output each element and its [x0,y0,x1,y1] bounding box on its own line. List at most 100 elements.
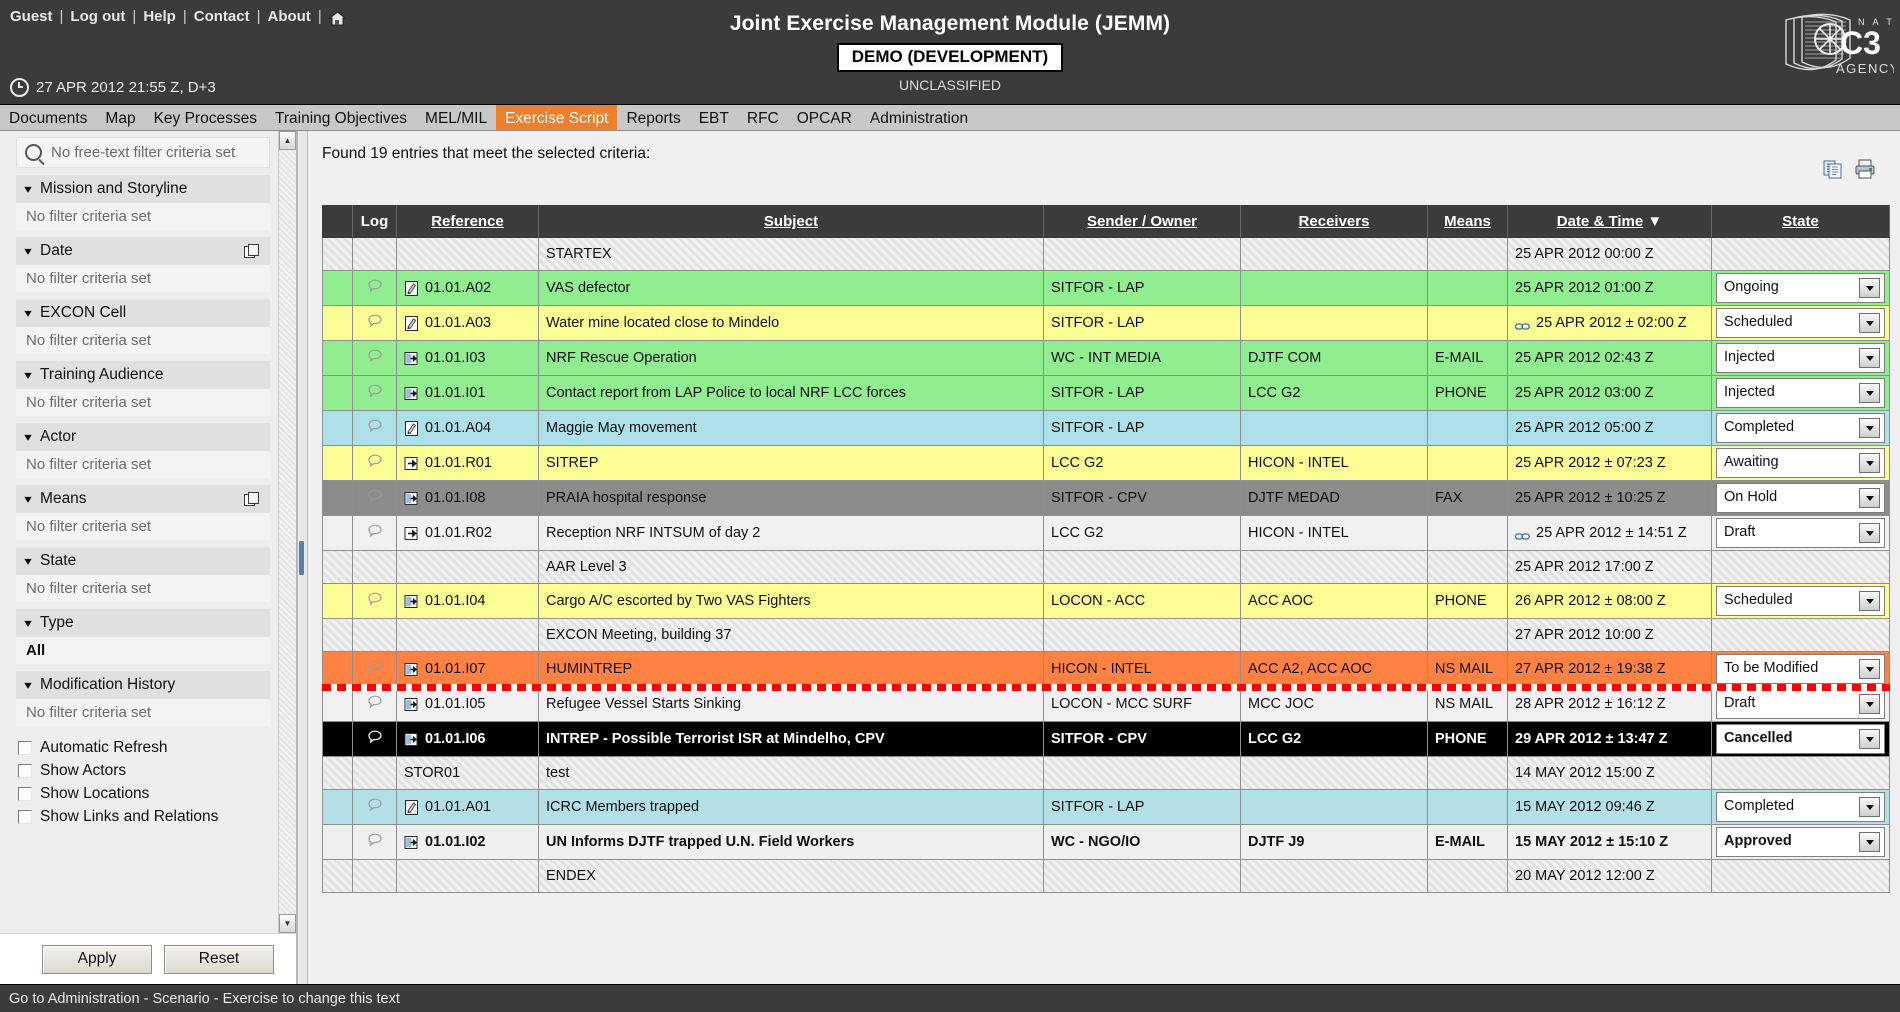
table-row-milestone[interactable]: STARTEX 25 APR 2012 00:00 Z [322,237,1890,271]
state-select[interactable]: Cancelled [1717,725,1884,753]
chevron-down-icon[interactable] [1859,523,1880,543]
subject-cell[interactable]: Cargo A/C escorted by Two VAS Fighters [538,583,1044,619]
table-row-milestone[interactable]: STOR01 test 14 MAY 2012 15:00 Z [322,756,1890,790]
state-select[interactable]: To be Modified [1717,655,1884,683]
reference-cell-wrap[interactable]: 01.01.I01 [396,375,539,411]
log-bubble-icon[interactable] [367,730,383,745]
log-cell[interactable] [352,375,397,411]
chevron-down-icon[interactable] [1859,659,1880,679]
state-select[interactable]: Approved [1717,828,1884,856]
column-header-subject[interactable]: Subject [538,205,1044,238]
state-select[interactable]: Scheduled [1717,587,1884,615]
subject-cell[interactable]: SITREP [538,445,1044,481]
copy-icon[interactable] [1822,158,1844,180]
reference-cell-wrap[interactable]: 01.01.R02 [396,515,539,551]
log-bubble-icon[interactable] [367,384,383,399]
state-cell[interactable]: Scheduled [1711,583,1890,619]
chevron-down-icon[interactable] [1859,453,1880,473]
table-row[interactable]: 01.01.I01 Contact report from LAP Police … [322,375,1890,411]
checkbox-show-locations[interactable]: Show Locations [18,785,270,803]
reference-cell-wrap[interactable]: 01.01.I08 [396,480,539,516]
chevron-down-icon[interactable] [1859,418,1880,438]
table-row[interactable]: 01.01.I07 HUMINTREP HICON - INTEL ACC A2, A… [322,651,1890,687]
state-cell[interactable]: On Hold [1711,480,1890,516]
state-cell[interactable]: Approved [1711,824,1890,860]
log-cell[interactable] [352,824,397,860]
log-bubble-icon[interactable] [367,592,383,607]
log-cell[interactable] [352,756,397,790]
copy-icon[interactable] [244,243,260,259]
chevron-down-icon[interactable]: ▾ [24,369,32,381]
state-cell[interactable]: Injected [1711,375,1890,411]
log-bubble-icon[interactable] [367,695,383,710]
state-select[interactable]: Ongoing [1717,274,1884,302]
column-header-reference[interactable]: Reference [396,205,539,238]
table-row[interactable]: 01.01.I08 PRAIA hospital response SITFOR -… [322,480,1890,516]
subject-cell[interactable]: INTREP - Possible Terrorist ISR at Minde… [538,721,1044,757]
scroll-up-icon[interactable]: ▲ [279,131,296,150]
chevron-down-icon[interactable] [1859,729,1880,749]
nav-item-administration[interactable]: Administration [861,105,977,130]
checkbox-show-actors[interactable]: Show Actors [18,762,270,780]
reference-cell-wrap[interactable]: 01.01.I04 [396,583,539,619]
checkbox-box[interactable] [18,741,32,755]
chevron-down-icon[interactable] [1859,694,1880,714]
reference-cell-wrap[interactable] [396,550,539,584]
sidebar-scrollbar[interactable]: ▲ ▼ [278,131,296,933]
column-header-state[interactable]: State [1711,205,1890,238]
log-bubble-icon[interactable] [367,419,383,434]
filter-group-value[interactable]: No filter criteria set [16,203,270,230]
free-text-filter[interactable]: No free-text filter criteria set [16,137,270,168]
table-row[interactable]: 01.01.I02 UN Informs DJTF trapped U.N. Fi… [322,824,1890,860]
chevron-down-icon[interactable] [1859,797,1880,817]
filter-group-value[interactable]: No filter criteria set [16,451,270,478]
nav-item-rfc[interactable]: RFC [738,105,788,130]
state-cell[interactable]: Draft [1711,515,1890,551]
log-cell[interactable] [352,618,397,652]
log-cell[interactable] [352,515,397,551]
table-row-milestone[interactable]: EXCON Meeting, building 37 27 APR 2012 10… [322,618,1890,652]
state-cell[interactable] [1711,550,1890,584]
table-row[interactable]: 01.01.R01 SITREP LCC G2 HICON - INTEL 25 APR… [322,445,1890,481]
table-row-milestone[interactable]: ENDEX 20 MAY 2012 12:00 Z [322,859,1890,893]
copy-icon[interactable] [244,491,260,507]
nav-item-mel-mil[interactable]: MEL/MIL [416,105,496,130]
subject-cell[interactable]: NRF Rescue Operation [538,340,1044,376]
nav-item-exercise-script[interactable]: Exercise Script [496,105,618,130]
log-cell[interactable] [352,410,397,446]
reference-cell-wrap[interactable]: 01.01.A03 [396,305,539,341]
filter-group-value[interactable]: No filter criteria set [16,327,270,354]
log-cell[interactable] [352,237,397,271]
reference-cell-wrap[interactable]: 01.01.I03 [396,340,539,376]
nav-item-ebt[interactable]: EBT [690,105,738,130]
log-cell[interactable] [352,550,397,584]
nav-item-training-objectives[interactable]: Training Objectives [266,105,416,130]
chevron-down-icon[interactable] [1859,348,1880,368]
state-cell[interactable] [1711,237,1890,271]
reference-cell-wrap[interactable] [396,237,539,271]
log-bubble-icon[interactable] [367,833,383,848]
reference-cell-wrap[interactable]: 01.01.I06 [396,721,539,757]
table-row[interactable]: 01.01.I03 NRF Rescue Operation WC - INT ME… [322,340,1890,376]
filter-group-header[interactable]: ▾ EXCON Cell [16,299,270,327]
reference-cell-wrap[interactable]: 01.01.A01 [396,789,539,825]
log-bubble-icon[interactable] [367,314,383,329]
subject-cell[interactable]: VAS defector [538,270,1044,306]
state-select[interactable]: Injected [1717,344,1884,372]
log-cell[interactable] [352,859,397,893]
log-bubble-icon[interactable] [367,489,383,504]
log-cell[interactable] [352,270,397,306]
subject-cell[interactable]: STARTEX [538,237,1044,271]
log-bubble-icon[interactable] [367,660,383,675]
state-select[interactable]: Awaiting [1717,449,1884,477]
reference-cell-wrap[interactable]: 01.01.A02 [396,270,539,306]
reference-cell-wrap[interactable]: 01.01.I05 [396,686,539,722]
subject-cell[interactable]: EXCON Meeting, building 37 [538,618,1044,652]
log-cell[interactable] [352,305,397,341]
state-cell[interactable]: Completed [1711,789,1890,825]
filter-group-header[interactable]: ▾ Modification History [16,671,270,699]
log-cell[interactable] [352,651,397,687]
table-row[interactable]: 01.01.A01 ICRC Members trapped SITFOR - LA… [322,789,1890,825]
checkbox-show-links-and-relations[interactable]: Show Links and Relations [18,808,270,826]
state-cell[interactable]: Draft [1711,686,1890,722]
